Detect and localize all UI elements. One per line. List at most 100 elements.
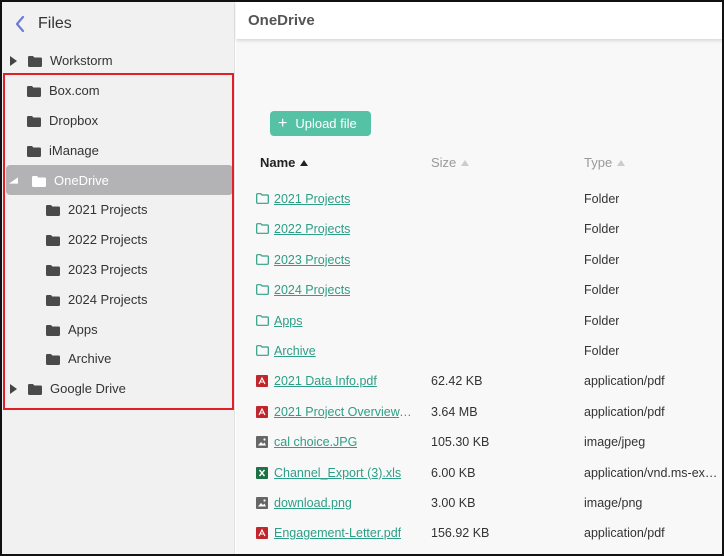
sidebar-item-box-com[interactable]: Box.com: [2, 76, 235, 106]
image-icon: [256, 436, 269, 449]
file-type: Folder: [584, 313, 620, 328]
caret-down-icon[interactable]: [9, 174, 18, 186]
file-name-link[interactable]: 2021 Projects: [274, 192, 350, 206]
folder-icon: [256, 345, 269, 357]
folder-tree: Workstorm Box.com Dropbox iManage OneDrive 20…: [2, 46, 235, 404]
folder-icon: [32, 175, 46, 187]
sidebar-title: Files: [38, 15, 72, 32]
sidebar-item-label: iManage: [49, 142, 99, 158]
table-row: download.png 3.00 KB image/png: [236, 488, 722, 518]
sidebar-item-workstorm[interactable]: Workstorm: [2, 46, 235, 76]
table-row: Engagement-Letter.pdf 156.92 KB applicatio…: [236, 518, 722, 548]
column-header-type[interactable]: Type: [584, 155, 626, 170]
sidebar-item-label: Google Drive: [50, 381, 126, 397]
file-name-link[interactable]: cal choice.JPG: [274, 435, 357, 449]
sidebar-item-label: Box.com: [49, 83, 100, 99]
file-name-link[interactable]: Archive: [274, 344, 316, 358]
pdf-icon: [256, 375, 269, 388]
folder-icon: [46, 234, 60, 247]
file-type: application/vnd.ms-excel: [584, 465, 719, 480]
file-type: Folder: [584, 343, 620, 358]
file-name-link[interactable]: 2021 Data Info.pdf: [274, 374, 377, 388]
table-row: 2024 Projects Folder: [236, 275, 722, 305]
file-type: Folder: [584, 283, 620, 298]
image-icon: [256, 496, 269, 509]
file-type: Folder: [584, 192, 620, 206]
sidebar-item-2021-projects[interactable]: 2021 Projects: [2, 195, 235, 225]
sidebar-item-onedrive[interactable]: OneDrive: [6, 165, 233, 195]
sidebar-item-label: Workstorm: [50, 53, 113, 69]
table-row: Apps Folder: [236, 306, 722, 336]
column-size-label: Size: [431, 155, 457, 170]
table-row: 2023 Projects Folder: [236, 245, 722, 275]
upload-file-label: Upload file: [295, 116, 357, 131]
file-size: 105.30 KB: [431, 435, 490, 450]
sidebar-item-imanage[interactable]: iManage: [2, 135, 235, 165]
sort-icon: [617, 159, 626, 166]
chevron-left-icon[interactable]: [12, 14, 28, 34]
file-size: 3.64 MB: [431, 404, 478, 419]
folder-icon: [46, 264, 60, 276]
sidebar-item-google-drive[interactable]: Google Drive: [2, 374, 235, 404]
sidebar-item-label: OneDrive: [54, 172, 109, 188]
sort-ascending-icon: [300, 159, 309, 166]
sidebar-item-label: Apps: [68, 321, 98, 337]
upload-file-button[interactable]: + Upload file: [270, 111, 371, 136]
sidebar-item-label: Dropbox: [49, 112, 99, 128]
folder-icon: [256, 284, 269, 296]
plus-icon: +: [278, 114, 288, 132]
caret-right-icon[interactable]: [9, 383, 18, 395]
folder-icon: [28, 383, 42, 396]
table-row: 2021 Project Overview.pdf 3.64 MB applicat…: [236, 397, 722, 427]
folder-icon: [256, 314, 269, 327]
file-type: application/pdf: [584, 404, 665, 419]
sidebar-item-archive[interactable]: Archive: [2, 344, 235, 374]
file-size: 62.42 KB: [431, 374, 483, 389]
caret-right-icon[interactable]: [9, 55, 18, 67]
column-type-label: Type: [584, 155, 613, 170]
sidebar-item-apps[interactable]: Apps: [2, 314, 235, 344]
pdf-icon: [256, 527, 269, 540]
file-name-link[interactable]: 2021 Project Overview.pdf: [274, 405, 414, 419]
sidebar: Files Workstorm Box.com Dropbox iManage OneD…: [2, 2, 235, 554]
main-panel: OneDrive + Upload file Name Size Type 20…: [236, 2, 722, 554]
file-name-link[interactable]: Channel_Export (3).xls: [274, 466, 401, 480]
file-name-link[interactable]: Engagement-Letter.pdf: [274, 526, 401, 540]
column-header-size[interactable]: Size: [431, 155, 470, 170]
folder-icon: [46, 294, 60, 306]
sidebar-item-2024-projects[interactable]: 2024 Projects: [2, 284, 235, 314]
folder-icon: [46, 204, 60, 217]
file-name-link[interactable]: 2022 Projects: [274, 222, 350, 236]
file-name-link[interactable]: 2024 Projects: [274, 283, 350, 297]
folder-icon: [256, 193, 269, 205]
file-name-link[interactable]: 2023 Projects: [274, 253, 350, 267]
folder-icon: [27, 145, 41, 157]
file-type: application/pdf: [584, 374, 665, 389]
pdf-icon: [256, 405, 269, 418]
folder-icon: [27, 115, 41, 127]
file-type: Folder: [584, 252, 620, 267]
page-title: OneDrive: [248, 12, 315, 29]
table-row: Channel_Export (3).xls 6.00 KB application…: [236, 458, 722, 488]
main-header: OneDrive: [236, 2, 722, 39]
sidebar-item-label: 2023 Projects: [68, 261, 148, 277]
folder-icon: [256, 223, 269, 235]
sidebar-item-label: 2022 Projects: [68, 232, 148, 248]
folder-icon: [256, 253, 269, 266]
table-row: 2021 Data Info.pdf 62.42 KB application/pd…: [236, 366, 722, 396]
sidebar-header: Files: [2, 2, 234, 46]
sidebar-item-label: 2021 Projects: [68, 202, 148, 218]
sidebar-item-label: 2024 Projects: [68, 291, 148, 307]
sidebar-item-dropbox[interactable]: Dropbox: [2, 106, 235, 136]
folder-icon: [28, 55, 42, 68]
folder-icon: [27, 85, 41, 98]
sidebar-item-2022-projects[interactable]: 2022 Projects: [2, 225, 235, 255]
file-type: application/pdf: [584, 526, 665, 541]
sidebar-item-2023-projects[interactable]: 2023 Projects: [2, 255, 235, 285]
file-name-link[interactable]: Apps: [274, 314, 303, 328]
column-header-name[interactable]: Name: [260, 155, 309, 170]
excel-icon: [256, 466, 269, 479]
file-type: Folder: [584, 222, 620, 237]
app-window: Files Workstorm Box.com Dropbox iManage OneD…: [0, 0, 724, 556]
file-name-link[interactable]: download.png: [274, 496, 352, 510]
